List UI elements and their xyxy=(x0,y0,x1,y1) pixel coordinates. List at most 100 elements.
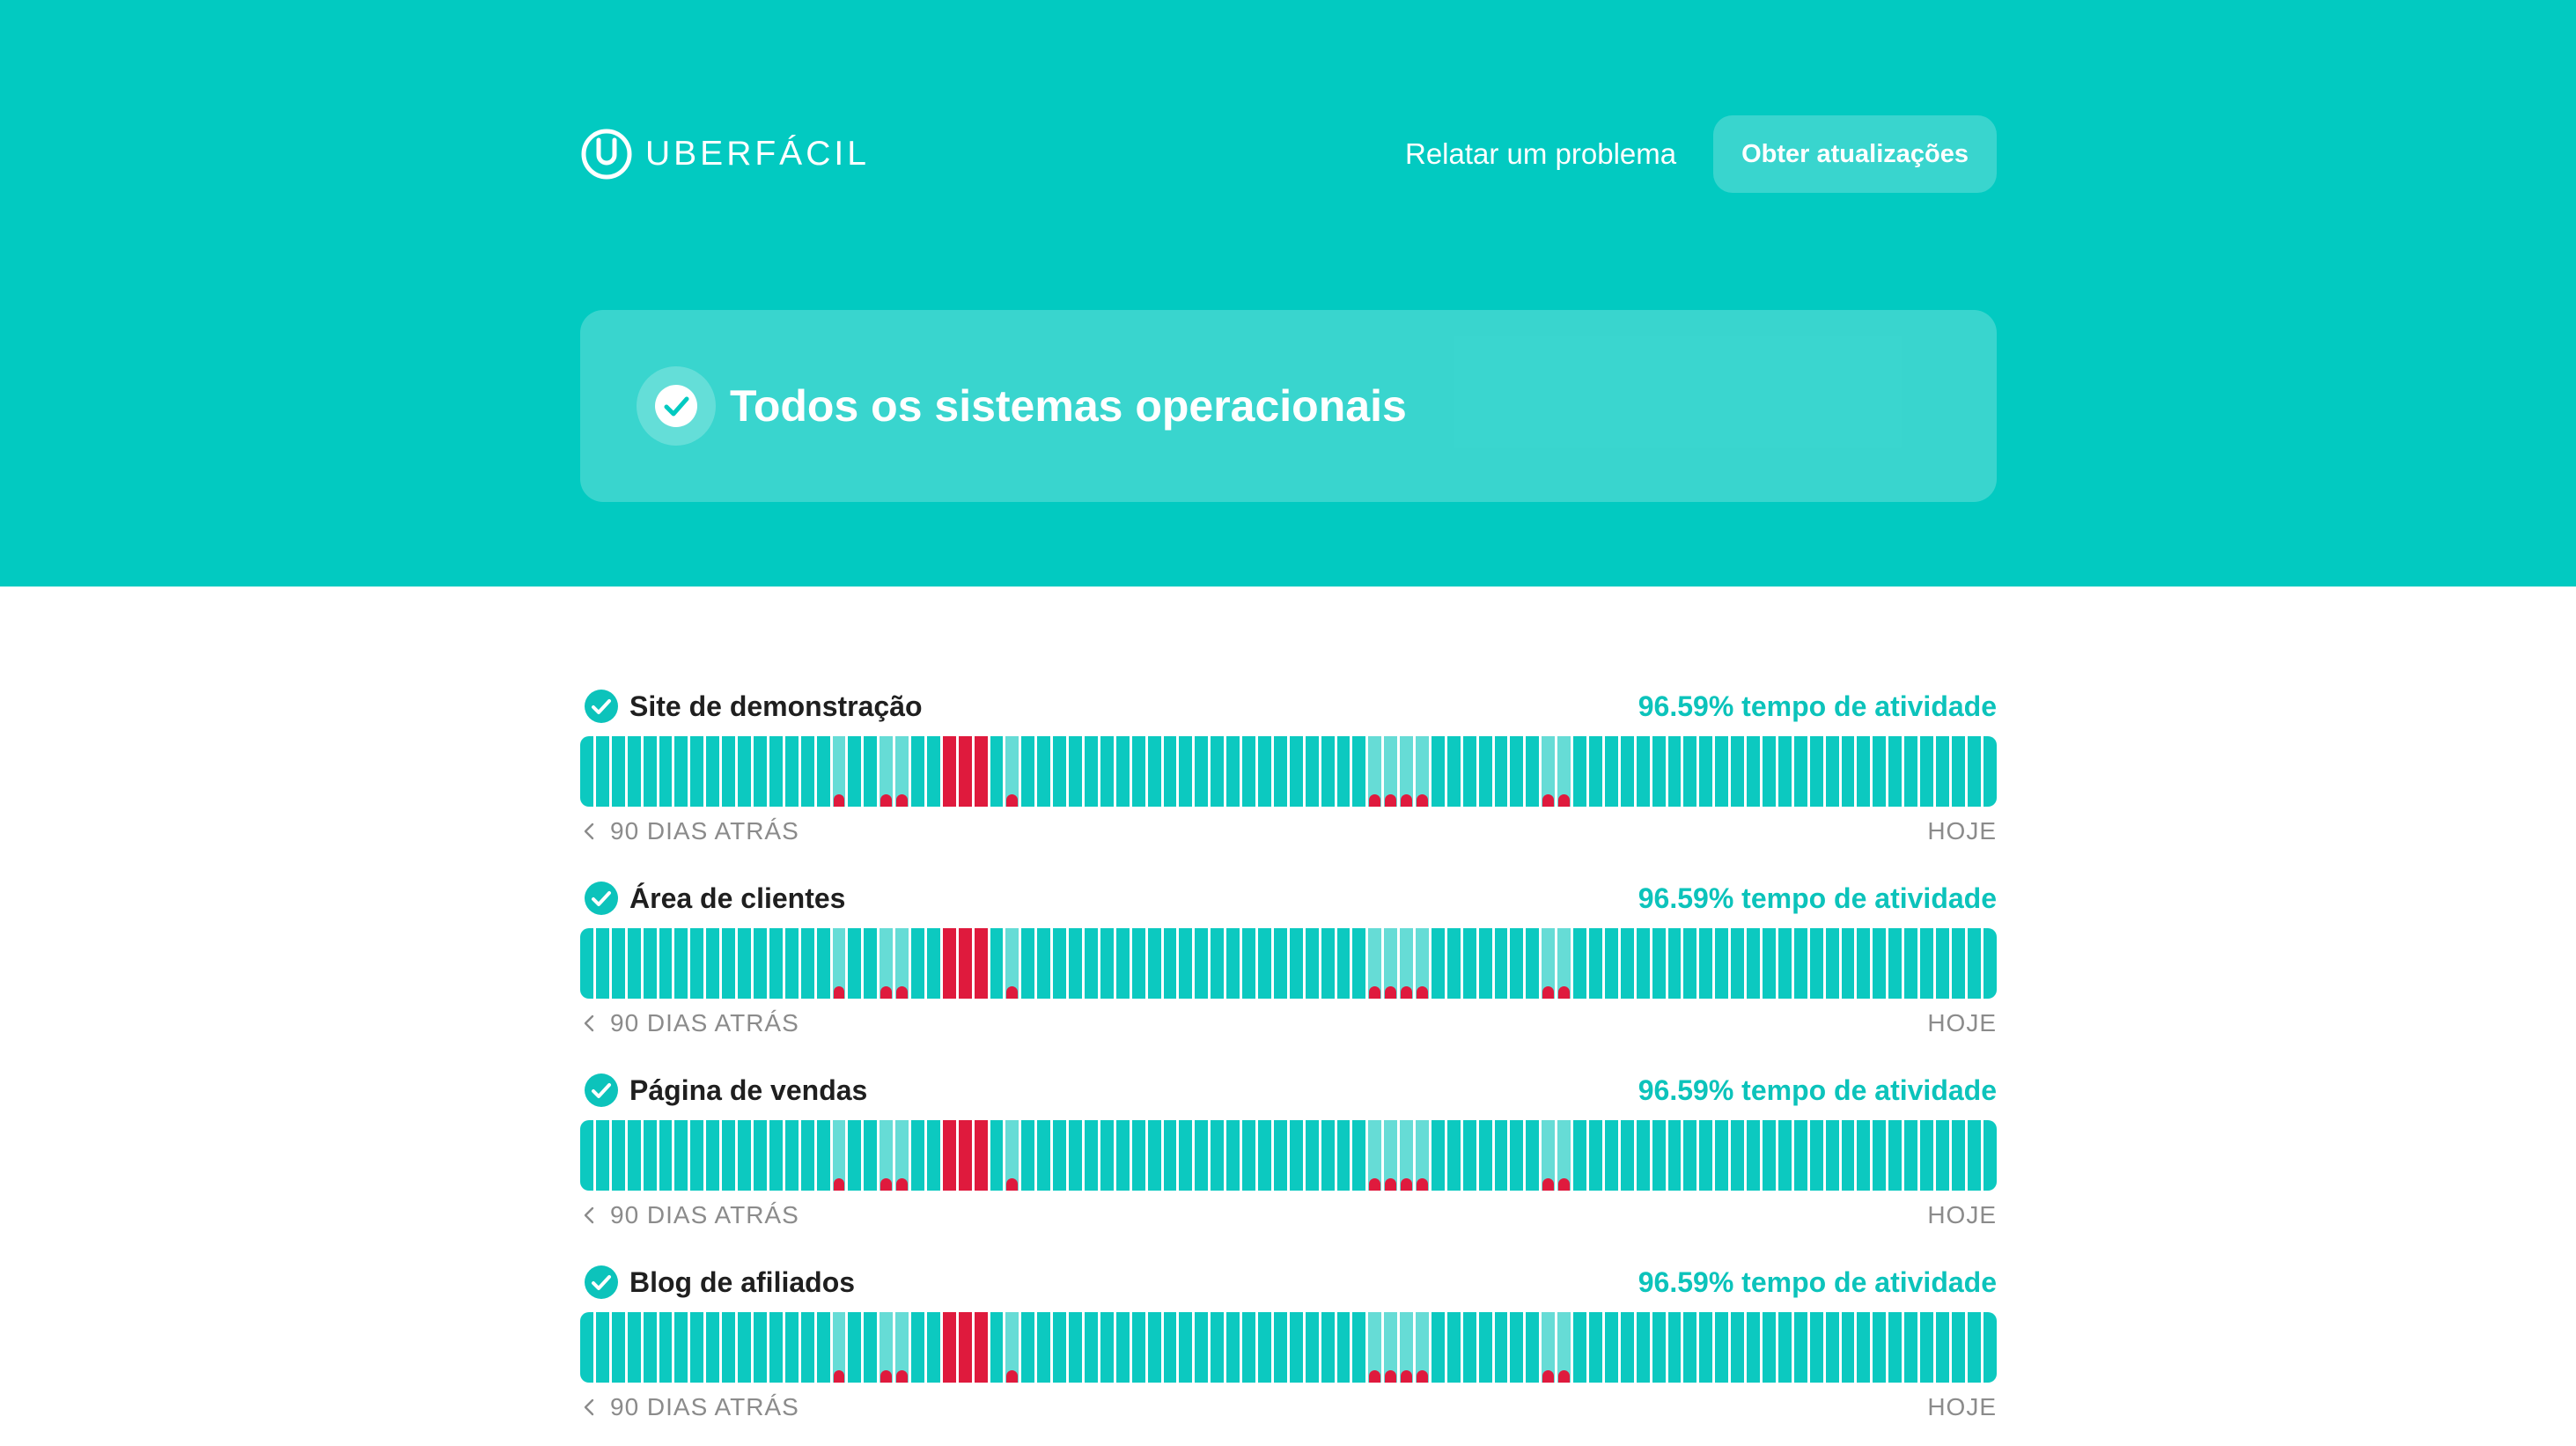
uptime-day-bar[interactable] xyxy=(1510,1312,1524,1383)
uptime-day-bar[interactable] xyxy=(1620,928,1634,999)
uptime-day-bar[interactable] xyxy=(911,928,924,999)
uptime-day-bar[interactable] xyxy=(1904,928,1918,999)
uptime-day-bar[interactable] xyxy=(926,1120,940,1191)
uptime-day-bar[interactable] xyxy=(595,736,609,807)
uptime-day-bar[interactable] xyxy=(1762,1312,1776,1383)
uptime-day-bar[interactable] xyxy=(627,736,641,807)
uptime-day-bar[interactable] xyxy=(1841,1312,1855,1383)
uptime-day-bar[interactable] xyxy=(753,1312,767,1383)
uptime-day-bar[interactable] xyxy=(1431,1120,1445,1191)
uptime-day-bar[interactable] xyxy=(627,1120,641,1191)
uptime-day-bar[interactable] xyxy=(990,1120,1004,1191)
uptime-day-bar[interactable] xyxy=(1005,1312,1019,1383)
uptime-day-bar[interactable] xyxy=(722,736,736,807)
uptime-day-bar[interactable] xyxy=(911,1120,924,1191)
uptime-day-bar[interactable] xyxy=(1777,928,1792,999)
uptime-day-bar[interactable] xyxy=(1100,736,1114,807)
uptime-day-bar[interactable] xyxy=(1652,928,1666,999)
uptime-day-bar[interactable] xyxy=(1762,736,1776,807)
uptime-day-bar[interactable] xyxy=(1305,1120,1319,1191)
uptime-day-bar[interactable] xyxy=(611,1312,625,1383)
uptime-day-bar[interactable] xyxy=(926,928,940,999)
uptime-day-bar[interactable] xyxy=(1179,1312,1193,1383)
uptime-day-bar[interactable] xyxy=(722,1312,736,1383)
uptime-day-bar[interactable] xyxy=(1431,928,1445,999)
uptime-day-bar[interactable] xyxy=(1021,928,1035,999)
uptime-day-bar[interactable] xyxy=(627,928,641,999)
uptime-day-bar[interactable] xyxy=(1115,1120,1130,1191)
uptime-day-bar[interactable] xyxy=(1951,928,1965,999)
uptime-day-bar[interactable] xyxy=(1573,736,1586,807)
uptime-day-bar[interactable] xyxy=(1431,1312,1445,1383)
uptime-day-bar[interactable] xyxy=(1021,736,1035,807)
uptime-day-bar[interactable] xyxy=(895,736,909,807)
uptime-day-bar[interactable] xyxy=(1667,1120,1682,1191)
uptime-day-bar[interactable] xyxy=(1085,928,1098,999)
uptime-day-bar[interactable] xyxy=(1147,928,1161,999)
uptime-day-bar[interactable] xyxy=(832,1120,846,1191)
uptime-day-bar[interactable] xyxy=(1888,928,1903,999)
uptime-day-bar[interactable] xyxy=(1557,928,1571,999)
uptime-day-bar[interactable] xyxy=(1777,1120,1792,1191)
uptime-day-bar[interactable] xyxy=(706,928,720,999)
uptime-day-bar[interactable] xyxy=(1400,928,1414,999)
uptime-day-bar[interactable] xyxy=(1699,1312,1713,1383)
uptime-day-bar[interactable] xyxy=(800,1120,814,1191)
uptime-day-bar[interactable] xyxy=(690,1312,704,1383)
uptime-day-bar[interactable] xyxy=(1179,736,1193,807)
uptime-day-bar[interactable] xyxy=(1195,1312,1209,1383)
uptime-day-bar[interactable] xyxy=(1983,928,1997,999)
uptime-day-bar[interactable] xyxy=(1825,1120,1839,1191)
uptime-day-bar[interactable] xyxy=(1257,1120,1271,1191)
uptime-day-bar[interactable] xyxy=(974,736,988,807)
get-updates-button[interactable]: Obter atualizações xyxy=(1713,115,1997,193)
uptime-day-bar[interactable] xyxy=(1321,1120,1335,1191)
uptime-day-bar[interactable] xyxy=(1321,928,1335,999)
uptime-day-bar[interactable] xyxy=(1289,736,1303,807)
uptime-day-bar[interactable] xyxy=(769,1312,783,1383)
uptime-day-bar[interactable] xyxy=(1462,928,1476,999)
uptime-day-bar[interactable] xyxy=(1857,928,1871,999)
uptime-day-bar[interactable] xyxy=(674,1120,688,1191)
uptime-day-bar[interactable] xyxy=(690,736,704,807)
uptime-day-bar[interactable] xyxy=(1195,928,1209,999)
uptime-day-bar[interactable] xyxy=(816,1312,830,1383)
uptime-day-bar[interactable] xyxy=(1951,736,1965,807)
uptime-day-bar[interactable] xyxy=(911,736,924,807)
uptime-day-bar[interactable] xyxy=(1573,1312,1586,1383)
uptime-day-bar[interactable] xyxy=(942,736,956,807)
uptime-day-bar[interactable] xyxy=(1747,1120,1760,1191)
uptime-day-bar[interactable] xyxy=(1037,1120,1051,1191)
uptime-day-bar[interactable] xyxy=(990,1312,1004,1383)
uptime-day-bar[interactable] xyxy=(1715,1312,1729,1383)
uptime-day-bar[interactable] xyxy=(1131,736,1145,807)
uptime-day-bar[interactable] xyxy=(1163,1120,1177,1191)
uptime-day-bar[interactable] xyxy=(1935,1312,1949,1383)
uptime-day-bar[interactable] xyxy=(1983,736,1997,807)
uptime-day-bar[interactable] xyxy=(611,1120,625,1191)
uptime-day-bar[interactable] xyxy=(1841,736,1855,807)
uptime-day-bar[interactable] xyxy=(1115,1312,1130,1383)
uptime-day-bar[interactable] xyxy=(1005,1120,1019,1191)
uptime-day-bar[interactable] xyxy=(1494,1120,1508,1191)
uptime-day-bar[interactable] xyxy=(1416,1120,1429,1191)
uptime-day-bar[interactable] xyxy=(1715,1120,1729,1191)
uptime-day-bar[interactable] xyxy=(1809,736,1823,807)
uptime-day-bar[interactable] xyxy=(1336,1312,1351,1383)
uptime-day-bar[interactable] xyxy=(784,928,799,999)
uptime-day-bar[interactable] xyxy=(1620,1120,1634,1191)
brand-logo[interactable]: UBERFÁCIL xyxy=(580,128,870,181)
uptime-day-bar[interactable] xyxy=(611,736,625,807)
uptime-day-bar[interactable] xyxy=(1589,928,1602,999)
report-problem-link[interactable]: Relatar um problema xyxy=(1405,137,1676,171)
uptime-day-bar[interactable] xyxy=(942,1312,956,1383)
uptime-day-bar[interactable] xyxy=(816,736,830,807)
uptime-day-bar[interactable] xyxy=(1494,1312,1508,1383)
uptime-day-bar[interactable] xyxy=(848,928,862,999)
uptime-day-bar[interactable] xyxy=(1904,736,1918,807)
uptime-day-bar[interactable] xyxy=(1179,1120,1193,1191)
uptime-day-bar[interactable] xyxy=(1731,928,1745,999)
uptime-day-bar[interactable] xyxy=(1037,928,1051,999)
uptime-day-bar[interactable] xyxy=(1462,1120,1476,1191)
uptime-day-bar[interactable] xyxy=(1352,1120,1366,1191)
